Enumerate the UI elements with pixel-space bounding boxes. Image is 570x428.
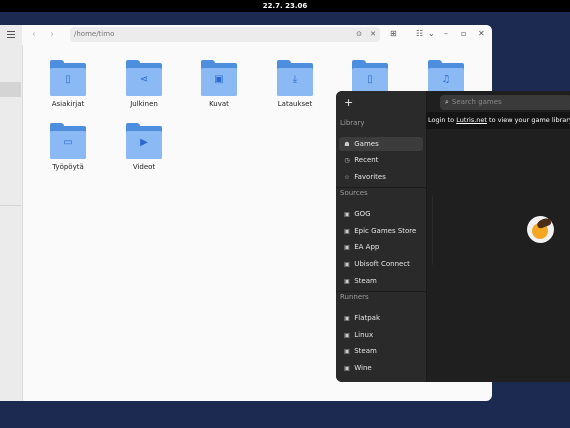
sidebar-item-label: GOG [354, 210, 371, 218]
lutris-sidebar: + Library ☗ Games ◷ Recent ☆ Favorites S… [336, 91, 427, 382]
folder-asiakirjat[interactable]: ▯ Asiakirjat [38, 60, 98, 108]
runners-heading: Runners [340, 293, 369, 301]
document-icon: ▯ [367, 74, 373, 85]
folder-label: Videot [132, 163, 156, 171]
path-text: /home/timo [74, 30, 115, 38]
download-icon: ⤓ [292, 74, 298, 85]
sidebar-item-label: Games [354, 140, 379, 148]
sidebar-item-label: Favorites [354, 173, 386, 181]
login-banner: Login to Lutris.net to view your game li… [426, 112, 570, 129]
reload-icon[interactable]: ⊙ [356, 27, 362, 42]
gamepad-icon: ☗ [344, 141, 350, 148]
library-heading: Library [340, 119, 365, 127]
linux-icon: ▣ [344, 332, 350, 339]
folder-julkinen[interactable]: ⋖ Julkinen [114, 60, 174, 108]
clock[interactable]: 22.7. 23.06 [263, 2, 308, 10]
folder-label: Lataukset [277, 100, 313, 108]
chevron-down-icon[interactable]: ⌄ [428, 29, 435, 38]
ubisoft-icon: ▣ [344, 261, 350, 268]
sidebar-menu-icon[interactable] [7, 31, 15, 40]
sidebar-item-steam-source[interactable]: ▣ Steam [339, 274, 423, 288]
sidebar-divider [0, 205, 21, 206]
steam-runner-icon: ▣ [344, 348, 350, 355]
section-divider [336, 291, 426, 292]
sidebar-item-gog[interactable]: ▣ GOG [339, 207, 423, 221]
sidebar-item-label: Steam [354, 347, 377, 355]
folder-label: Asiakirjat [51, 100, 85, 108]
clock-icon: ◷ [344, 157, 350, 164]
forward-button[interactable]: › [50, 29, 54, 40]
sidebar-item-games[interactable]: ☗ Games [339, 137, 423, 151]
lutris-login-link[interactable]: Lutris.net [456, 116, 487, 124]
new-folder-icon[interactable]: ⊞ [390, 29, 397, 38]
sources-heading: Sources [340, 189, 368, 197]
search-input[interactable]: ⌕ Search games [440, 95, 570, 110]
close-icon[interactable]: ✕ [478, 29, 485, 38]
clear-path-icon[interactable]: ✕ [370, 27, 376, 42]
minimize-icon[interactable]: – [444, 29, 448, 38]
document-icon: ▯ [65, 74, 71, 85]
divider-line [432, 195, 433, 265]
sidebar-item-steam-runner[interactable]: ▣ Steam [339, 344, 423, 358]
sidebar-item-label: Linux [354, 331, 374, 339]
video-icon: ▶ [140, 137, 148, 148]
view-options-icon[interactable]: ☷ [416, 29, 423, 38]
sidebar-item-label: Recent [354, 156, 379, 164]
folder-label: Julkinen [130, 100, 158, 108]
add-game-button[interactable]: + [344, 96, 353, 109]
sidebar-item-linux[interactable]: ▣ Linux [339, 328, 423, 342]
epic-icon: ▣ [344, 228, 350, 235]
sidebar-item-wine[interactable]: ▣ Wine [339, 361, 423, 375]
section-divider [336, 187, 426, 188]
files-sidebar [0, 25, 23, 401]
sidebar-item-label: Steam [354, 277, 377, 285]
ea-icon: ▣ [344, 244, 350, 251]
sidebar-item-flatpak[interactable]: ▣ Flatpak [339, 311, 423, 325]
folder-kuvat[interactable]: ▣ Kuvat [189, 60, 249, 108]
image-icon: ▣ [214, 74, 224, 85]
search-icon: ⌕ [445, 98, 449, 106]
music-icon: ♫ [441, 74, 451, 85]
sidebar-item-ubisoft[interactable]: ▣ Ubisoft Connect [339, 257, 423, 271]
share-icon: ⋖ [139, 74, 149, 85]
sidebar-item-favorites[interactable]: ☆ Favorites [339, 170, 423, 184]
flatpak-icon: ▣ [344, 315, 350, 322]
folder-tyopoyta[interactable]: ▭ Työpöytä [38, 123, 98, 171]
sidebar-item-recent[interactable]: ◷ Recent [339, 153, 423, 167]
sidebar-item-label: EA App [354, 243, 380, 251]
folder-videot[interactable]: ▶ Videot [114, 123, 174, 171]
path-bar[interactable]: /home/timo ⊙ ✕ [70, 27, 380, 42]
login-prefix: Login to [428, 116, 457, 124]
desktop-icon: ▭ [63, 137, 73, 148]
folder-lataukset[interactable]: ⤓ Lataukset [265, 60, 325, 108]
lutris-window: + Library ☗ Games ◷ Recent ☆ Favorites S… [336, 91, 570, 382]
star-icon: ☆ [344, 174, 350, 181]
wine-icon: ▣ [344, 365, 350, 372]
sidebar-item-epic[interactable]: ▣ Epic Games Store [339, 224, 423, 238]
back-button[interactable]: ‹ [32, 29, 36, 40]
login-suffix: to view your game library [486, 116, 570, 124]
sidebar-item-label: Ubisoft Connect [354, 260, 410, 268]
maximize-icon[interactable]: ▫ [461, 29, 466, 38]
search-placeholder: Search games [451, 98, 502, 106]
sidebar-item-label: Wine [354, 364, 372, 372]
folder-label: Työpöytä [52, 163, 84, 171]
steam-icon: ▣ [344, 278, 350, 285]
sidebar-item-label: Epic Games Store [354, 227, 417, 235]
top-bar: 22.7. 23.06 [0, 0, 570, 12]
folder-label: Kuvat [209, 100, 229, 108]
gog-icon: ▣ [344, 211, 350, 218]
lutris-logo-icon [527, 216, 554, 243]
files-header: ‹ › /home/timo ⊙ ✕ ⊞ ☷ ⌄ – ▫ ✕ [22, 25, 492, 45]
sidebar-item-label: Flatpak [354, 314, 381, 322]
sidebar-selected-item[interactable] [0, 82, 21, 97]
sidebar-item-ea[interactable]: ▣ EA App [339, 240, 423, 254]
